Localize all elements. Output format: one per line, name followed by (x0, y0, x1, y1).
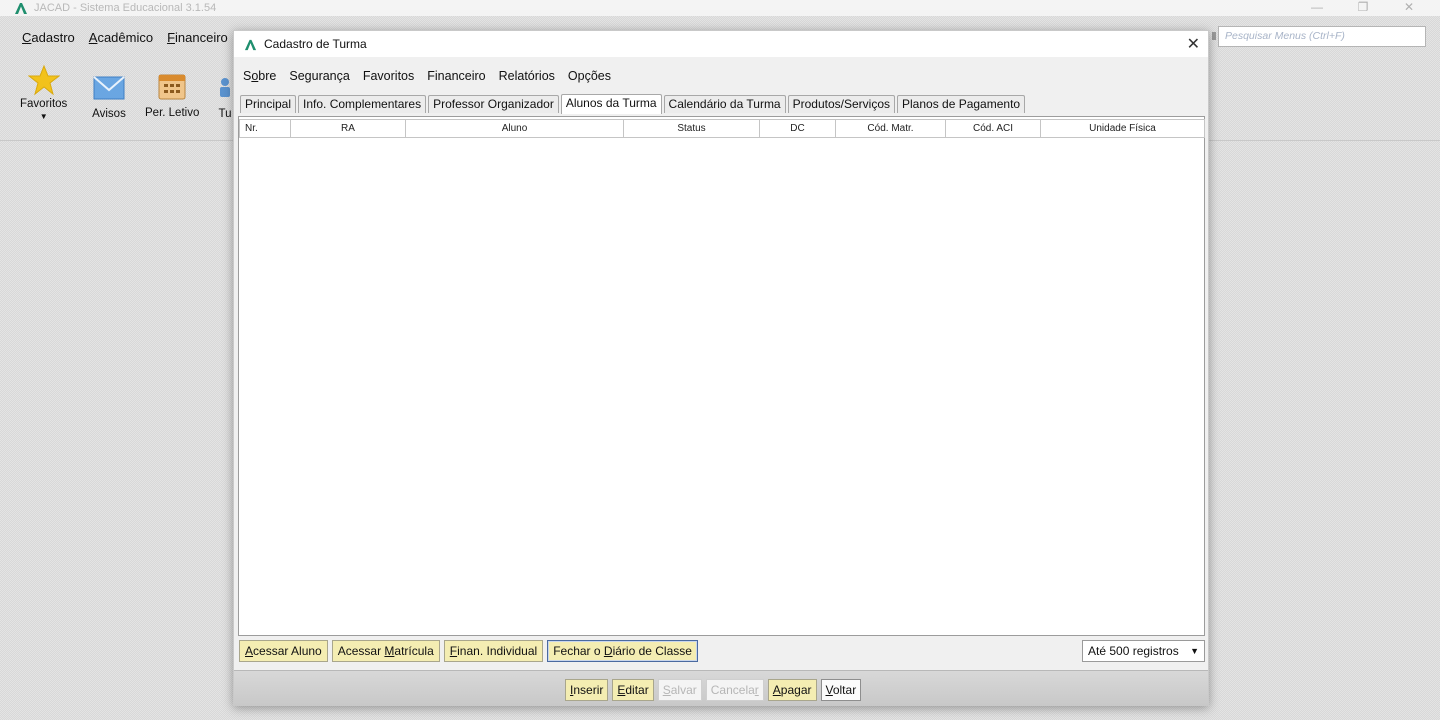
crud-buttons: Inserir Editar Salvar Cancelar Apagar Vo… (565, 679, 862, 701)
dialog-titlebar: Cadastro de Turma ✕ (234, 31, 1208, 57)
search-icon (1212, 32, 1216, 40)
records-limit-value: Até 500 registros (1088, 644, 1179, 658)
jacad-logo-icon (244, 39, 257, 50)
column-header-aluno[interactable]: Aluno (406, 119, 624, 137)
column-header-cod-aci[interactable]: Cód. ACI (946, 119, 1041, 137)
calendar-icon (158, 74, 186, 100)
tab-alunos-da-turma[interactable]: Alunos da Turma (560, 94, 662, 114)
column-header-unidade-fisica[interactable]: Unidade Física (1041, 119, 1205, 137)
tab-principal[interactable]: Principal (240, 95, 297, 113)
turma-icon (220, 78, 230, 97)
star-icon (27, 64, 60, 96)
chevron-down-icon: ▼ (39, 112, 48, 121)
dialog-title: Cadastro de Turma (264, 37, 367, 51)
menu-financeiro[interactable]: Financeiro (427, 69, 485, 83)
dialog-action-bar: Inserir Editar Salvar Cancelar Apagar Vo… (234, 670, 1208, 706)
menu-relatorios[interactable]: Relatórios (499, 69, 555, 83)
column-header-cod-matr[interactable]: Cód. Matr. (836, 119, 946, 137)
records-limit-select[interactable]: Até 500 registros ▼ (1082, 640, 1205, 662)
toolbar-label: Favoritos (20, 98, 68, 110)
column-header-nr[interactable]: Nr. (239, 119, 291, 137)
toolbar-label: Per. Letivo (145, 107, 200, 119)
tab-professor-organizador[interactable]: Professor Organizador (428, 95, 559, 113)
window-close-button[interactable]: ✕ (1386, 0, 1432, 16)
table-action-buttons: Acessar Aluno Acessar Matrícula Finan. I… (239, 640, 698, 662)
restore-button[interactable]: ❐ (1340, 0, 1386, 16)
salvar-button[interactable]: Salvar (657, 679, 702, 701)
column-header-ra[interactable]: RA (291, 119, 406, 137)
table-header: Nr. RA Aluno Status DC Cód. Matr. Cód. A… (239, 119, 1205, 138)
menu-sobre[interactable]: Sobre (243, 69, 276, 83)
toolbar-avisos[interactable]: Avisos (92, 74, 126, 120)
chevron-down-icon: ▼ (1190, 646, 1199, 656)
app-menubar: Cadastro Acadêmico Financeiro (0, 26, 228, 48)
tab-strip: Principal Info. Complementares Professor… (240, 94, 1027, 114)
minimize-button[interactable]: — (1294, 0, 1340, 16)
mail-icon (93, 76, 125, 100)
menu-seguranca[interactable]: Segurança (289, 69, 349, 83)
menu-opcoes[interactable]: Opções (568, 69, 611, 83)
toolbar-label: Tu (218, 108, 232, 120)
menu-academico[interactable]: Acadêmico (89, 30, 153, 45)
cancelar-button[interactable]: Cancelar (705, 679, 764, 701)
editar-button[interactable]: Editar (612, 679, 654, 701)
inserir-button[interactable]: Inserir (565, 679, 609, 701)
menu-cadastro[interactable]: Cadastro (22, 30, 75, 45)
app-title: JACAD - Sistema Educacional 3.1.54 (34, 2, 217, 14)
cadastro-turma-dialog: Cadastro de Turma ✕ Sobre Segurança Favo… (233, 30, 1209, 706)
dialog-menubar: Sobre Segurança Favoritos Financeiro Rel… (243, 67, 611, 85)
toolbar-per-letivo[interactable]: Per. Letivo (145, 70, 199, 119)
window-controls: — ❐ ✕ (1294, 0, 1432, 16)
dialog-close-button[interactable]: ✕ (1187, 34, 1200, 54)
column-header-status[interactable]: Status (624, 119, 760, 137)
tab-planos-de-pagamento[interactable]: Planos de Pagamento (897, 95, 1026, 113)
toolbar-favoritos[interactable]: Favoritos ▼ (20, 64, 67, 121)
column-header-dc[interactable]: DC (760, 119, 836, 137)
tab-info-complementares[interactable]: Info. Complementares (298, 95, 427, 113)
voltar-button[interactable]: Voltar (820, 679, 862, 701)
jacad-logo-icon (15, 3, 27, 14)
tab-produtos-servicos[interactable]: Produtos/Serviços (787, 95, 895, 113)
toolbar-turma[interactable]: Tu (218, 76, 232, 120)
toolbar-label: Avisos (92, 108, 126, 120)
apagar-button[interactable]: Apagar (767, 679, 817, 701)
menu-favoritos[interactable]: Favoritos (363, 69, 414, 83)
tab-calendario-da-turma[interactable]: Calendário da Turma (663, 95, 786, 113)
fechar-diario-button[interactable]: Fechar o Diário de Classe (547, 640, 698, 662)
alunos-table[interactable]: Nr. RA Aluno Status DC Cód. Matr. Cód. A… (238, 116, 1205, 636)
app-titlebar: JACAD - Sistema Educacional 3.1.54 — ❐ ✕ (0, 0, 1440, 16)
acessar-aluno-button[interactable]: Acessar Aluno (239, 640, 328, 662)
acessar-matricula-button[interactable]: Acessar Matrícula (331, 640, 440, 662)
finan-individual-button[interactable]: Finan. Individual (443, 640, 544, 662)
menu-financeiro[interactable]: Financeiro (167, 30, 228, 45)
menu-search-input[interactable]: Pesquisar Menus (Ctrl+F) (1218, 26, 1426, 47)
